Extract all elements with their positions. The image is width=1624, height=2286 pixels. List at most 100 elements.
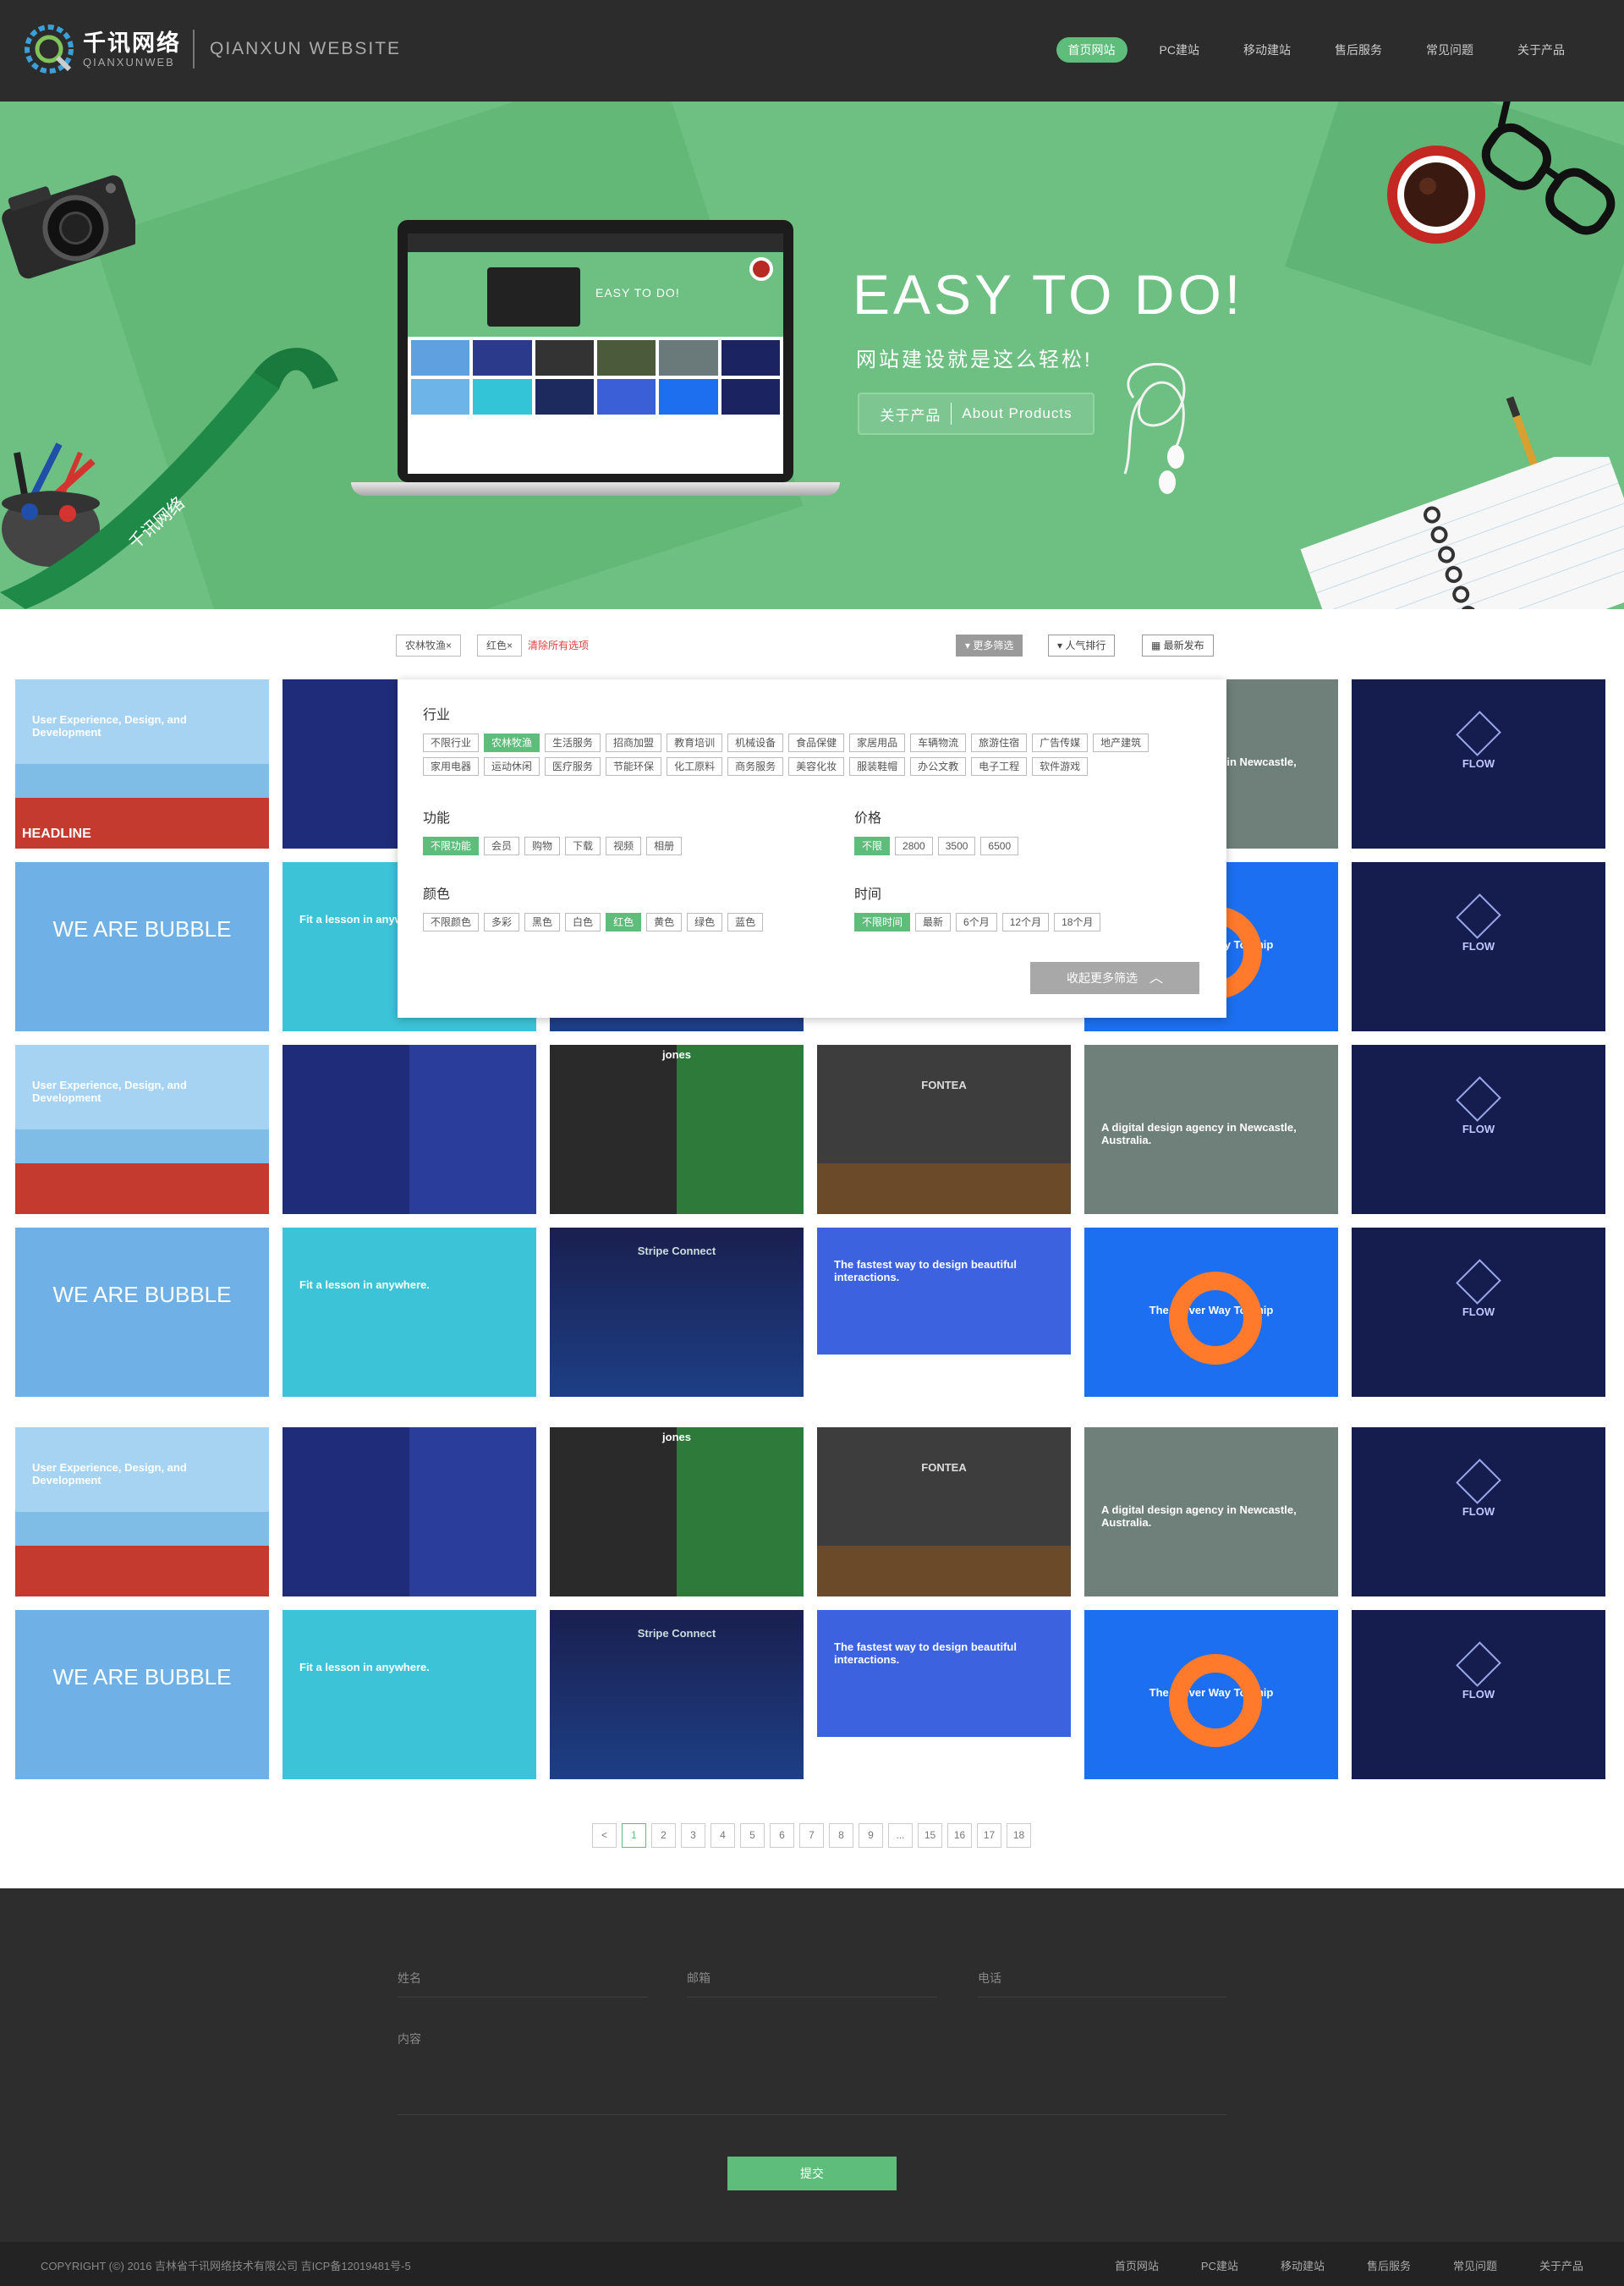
template-thumbnail[interactable]: FLOW bbox=[1352, 1610, 1605, 1779]
page-button[interactable]: 16 bbox=[947, 1823, 972, 1848]
template-thumbnail[interactable]: jones bbox=[550, 1045, 804, 1214]
industry-option[interactable]: 商务服务 bbox=[727, 757, 784, 776]
template-thumbnail[interactable]: Stripe Connect bbox=[550, 1610, 804, 1779]
template-thumbnail[interactable]: User Experience, Design, and Development bbox=[15, 1427, 269, 1596]
prev-page-button[interactable]: < bbox=[592, 1823, 617, 1848]
color-option[interactable]: 不限颜色 bbox=[423, 913, 480, 931]
industry-option[interactable]: 农林牧渔 bbox=[484, 734, 540, 752]
template-thumbnail[interactable] bbox=[283, 1427, 536, 1596]
template-thumbnail[interactable]: FONTEA bbox=[817, 1427, 1071, 1596]
template-thumbnail[interactable]: The Clever Way To Ship bbox=[1084, 1610, 1338, 1779]
active-filter-tag[interactable]: 农林牧渔× bbox=[396, 635, 462, 657]
footer-nav-item[interactable]: PC建站 bbox=[1201, 2257, 1238, 2273]
page-button[interactable]: 9 bbox=[859, 1823, 883, 1848]
industry-option[interactable]: 教育培训 bbox=[667, 734, 723, 752]
logo[interactable]: 千讯网络 QIANXUNWEB QIANXUN WEBSITE bbox=[24, 24, 401, 74]
time-option[interactable]: 6个月 bbox=[956, 913, 997, 931]
template-thumbnail[interactable]: WE ARE BUBBLE bbox=[15, 1610, 269, 1779]
template-thumbnail[interactable]: FONTEA bbox=[817, 1045, 1071, 1214]
template-thumbnail[interactable]: Stripe Connect bbox=[550, 1228, 804, 1397]
industry-option[interactable]: 广告传媒 bbox=[1032, 734, 1089, 752]
template-thumbnail[interactable]: WE ARE BUBBLE bbox=[15, 862, 269, 1031]
color-option[interactable]: 红色 bbox=[606, 913, 642, 931]
industry-option[interactable]: 机械设备 bbox=[727, 734, 784, 752]
page-button[interactable]: 17 bbox=[977, 1823, 1001, 1848]
color-option[interactable]: 黄色 bbox=[646, 913, 683, 931]
industry-option[interactable]: 办公文教 bbox=[910, 757, 967, 776]
about-products-button[interactable]: 关于产品 About Products bbox=[858, 393, 1095, 435]
price-option[interactable]: 6500 bbox=[980, 837, 1019, 855]
active-filter-tag[interactable]: 红色× bbox=[477, 635, 523, 657]
industry-option[interactable]: 家居用品 bbox=[849, 734, 906, 752]
industry-option[interactable]: 食品保健 bbox=[788, 734, 845, 752]
page-button[interactable]: 4 bbox=[710, 1823, 735, 1848]
industry-option[interactable]: 美容化妆 bbox=[788, 757, 845, 776]
page-button[interactable]: 5 bbox=[740, 1823, 765, 1848]
template-thumbnail[interactable]: Fit a lesson in anywhere. bbox=[283, 1610, 536, 1779]
nav-item[interactable]: 关于产品 bbox=[1506, 37, 1577, 63]
template-thumbnail[interactable]: User Experience, Design, and Development bbox=[15, 1045, 269, 1214]
page-button[interactable]: 2 bbox=[651, 1823, 676, 1848]
clear-filters-link[interactable]: 清除所有选项 bbox=[528, 638, 589, 652]
page-button[interactable]: 6 bbox=[770, 1823, 794, 1848]
nav-item[interactable]: 常见问题 bbox=[1414, 37, 1485, 63]
industry-option[interactable]: 节能环保 bbox=[606, 757, 662, 776]
more-filters-button[interactable]: ▾ 更多筛选 bbox=[956, 635, 1023, 657]
function-option[interactable]: 下载 bbox=[565, 837, 601, 855]
template-thumbnail[interactable]: The fastest way to design beautiful inte… bbox=[817, 1228, 1071, 1397]
color-option[interactable]: 蓝色 bbox=[727, 913, 764, 931]
industry-option[interactable]: 旅游住宿 bbox=[971, 734, 1028, 752]
template-thumbnail[interactable]: A digital design agency in Newcastle, Au… bbox=[1084, 1427, 1338, 1596]
function-option[interactable]: 视频 bbox=[606, 837, 642, 855]
footer-nav-item[interactable]: 售后服务 bbox=[1367, 2257, 1411, 2273]
template-thumbnail[interactable]: Fit a lesson in anywhere. bbox=[283, 1228, 536, 1397]
template-thumbnail[interactable]: A digital design agency in Newcastle, Au… bbox=[1084, 1045, 1338, 1214]
template-thumbnail[interactable]: The fastest way to design beautiful inte… bbox=[817, 1610, 1071, 1779]
footer-nav-item[interactable]: 关于产品 bbox=[1539, 2257, 1583, 2273]
industry-option[interactable]: 电子工程 bbox=[971, 757, 1028, 776]
color-option[interactable]: 黑色 bbox=[524, 913, 561, 931]
nav-item[interactable]: 首页网站 bbox=[1056, 37, 1127, 63]
industry-option[interactable]: 化工原料 bbox=[667, 757, 723, 776]
industry-option[interactable]: 车辆物流 bbox=[910, 734, 967, 752]
page-button[interactable]: 15 bbox=[918, 1823, 942, 1848]
sort-latest-button[interactable]: ▦ 最新发布 bbox=[1142, 635, 1214, 657]
industry-option[interactable]: 运动休闲 bbox=[484, 757, 540, 776]
footer-nav-item[interactable]: 常见问题 bbox=[1453, 2257, 1497, 2273]
industry-option[interactable]: 服装鞋帽 bbox=[849, 757, 906, 776]
industry-option[interactable]: 地产建筑 bbox=[1093, 734, 1149, 752]
nav-item[interactable]: 售后服务 bbox=[1323, 37, 1394, 63]
color-option[interactable]: 绿色 bbox=[687, 913, 723, 931]
page-button[interactable]: ... bbox=[888, 1823, 913, 1848]
function-option[interactable]: 不限功能 bbox=[423, 837, 480, 855]
template-thumbnail[interactable] bbox=[283, 1045, 536, 1214]
template-thumbnail[interactable]: FLOW bbox=[1352, 679, 1605, 849]
footer-nav-item[interactable]: 移动建站 bbox=[1281, 2257, 1325, 2273]
industry-option[interactable]: 软件游戏 bbox=[1032, 757, 1089, 776]
email-field[interactable]: 邮箱 bbox=[687, 1970, 937, 1998]
template-thumbnail[interactable]: WE ARE BUBBLE bbox=[15, 1228, 269, 1397]
industry-option[interactable]: 医疗服务 bbox=[545, 757, 601, 776]
page-button[interactable]: 18 bbox=[1007, 1823, 1031, 1848]
template-thumbnail[interactable]: FLOW bbox=[1352, 1427, 1605, 1596]
time-option[interactable]: 18个月 bbox=[1054, 913, 1101, 931]
template-thumbnail[interactable]: FLOW bbox=[1352, 1228, 1605, 1397]
page-button[interactable]: 3 bbox=[681, 1823, 705, 1848]
color-option[interactable]: 多彩 bbox=[484, 913, 520, 931]
page-button[interactable]: 1 bbox=[622, 1823, 646, 1848]
page-button[interactable]: 8 bbox=[829, 1823, 853, 1848]
footer-nav-item[interactable]: 首页网站 bbox=[1115, 2257, 1159, 2273]
page-button[interactable]: 7 bbox=[799, 1823, 824, 1848]
function-option[interactable]: 相册 bbox=[646, 837, 683, 855]
price-option[interactable]: 不限 bbox=[854, 837, 891, 855]
phone-field[interactable]: 电话 bbox=[978, 1970, 1226, 1998]
time-option[interactable]: 最新 bbox=[915, 913, 952, 931]
collapse-filters-button[interactable]: 收起更多筛选 ︿ bbox=[1030, 962, 1199, 994]
nav-item[interactable]: 移动建站 bbox=[1232, 37, 1303, 63]
industry-option[interactable]: 招商加盟 bbox=[606, 734, 662, 752]
template-thumbnail[interactable]: jones bbox=[550, 1427, 804, 1596]
template-thumbnail[interactable]: FLOW bbox=[1352, 862, 1605, 1031]
template-thumbnail[interactable]: User Experience, Design, and Development… bbox=[15, 679, 269, 849]
function-option[interactable]: 会员 bbox=[484, 837, 520, 855]
template-thumbnail[interactable]: FLOW bbox=[1352, 1045, 1605, 1214]
